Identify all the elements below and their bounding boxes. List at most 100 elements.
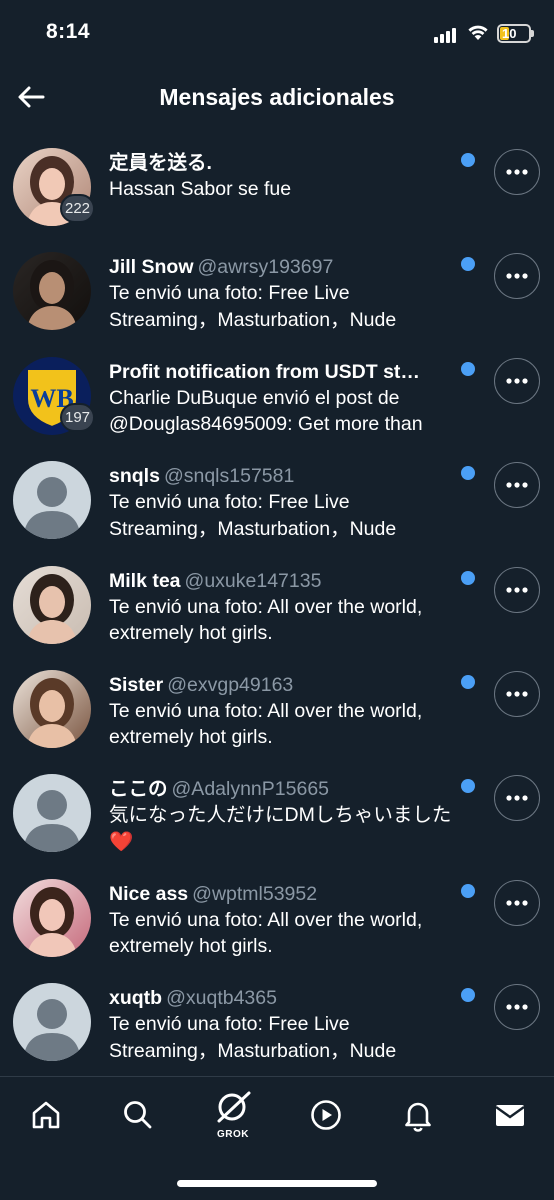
more-icon — [506, 1004, 528, 1010]
mail-icon — [495, 1105, 525, 1126]
avatar[interactable] — [13, 565, 91, 644]
message-content: xuqtb @xuqtb4365 Te envió una foto: Free L… — [109, 985, 461, 1064]
sender-handle: @uxuke147135 — [184, 569, 322, 592]
message-snippet: Te envió una foto: All over the world, e… — [109, 908, 423, 958]
default-avatar[interactable] — [13, 461, 91, 540]
unread-dot — [461, 988, 475, 1003]
tab-search[interactable] — [118, 1095, 158, 1135]
battery-icon: 10 — [497, 24, 531, 43]
message-item[interactable]: Jill Snow @awrsy193697 Te envió una foto: … — [0, 240, 554, 344]
avatar[interactable] — [13, 669, 91, 748]
more-options-button[interactable] — [494, 670, 540, 717]
more-icon — [506, 586, 528, 593]
play-icon — [311, 1100, 341, 1130]
unread-dot — [461, 361, 475, 376]
sender-line: snqls @snqls157581 — [109, 463, 461, 489]
wifi-icon — [468, 25, 488, 40]
unread-dot — [461, 257, 475, 272]
sender-line: Jill Snow @awrsy193697 — [109, 254, 461, 280]
sender-line: ここの @AdalynnP15665 — [109, 776, 461, 802]
more-icon — [506, 795, 528, 801]
more-options-button[interactable] — [494, 879, 540, 926]
sender-line: Profit notification from USDT st… — [109, 359, 461, 385]
message-content: Profit notification from USDT st… Charlie… — [109, 359, 461, 438]
search-icon — [124, 1101, 152, 1129]
page-title: Mensajes adicionales — [159, 84, 395, 110]
message-snippet: Te envió una foto: Free Live Streaming，M… — [109, 282, 397, 331]
more-options-button[interactable] — [494, 775, 540, 822]
more-icon — [506, 273, 528, 279]
sender-line: Nice ass @wptml53952 — [109, 881, 461, 907]
more-options-button[interactable] — [494, 253, 540, 300]
more-options-button[interactable] — [494, 357, 540, 404]
battery-level: 10 — [502, 26, 517, 41]
avatar[interactable] — [13, 878, 91, 957]
message-snippet: Charlie DuBuque envió el post de @Dougla… — [109, 386, 423, 436]
sender-line: 定員を送る. — [109, 150, 461, 176]
avatar-wrapper: WB 197 — [13, 356, 96, 435]
sender-line: Sister @exvgp49163 — [109, 672, 461, 698]
sender-handle: @xuqtb4365 — [166, 987, 277, 1010]
message-item[interactable]: Milk tea @uxuke147135 Te envió una foto: A… — [0, 554, 554, 658]
message-item[interactable]: ここの @AdalynnP15665 気になった人だけにDMしちゃいました ❤️ — [0, 762, 554, 866]
home-indicator — [177, 1180, 377, 1187]
avatar-wrapper — [13, 565, 91, 644]
message-item[interactable]: Nice ass @wptml53952 Te envió una foto: Al… — [0, 867, 554, 971]
tab-messages[interactable] — [490, 1095, 530, 1135]
sender-line: xuqtb @xuqtb4365 — [109, 985, 461, 1011]
sender-name: snqls — [109, 465, 160, 488]
tab-grok[interactable] — [213, 1087, 253, 1127]
battery-cap — [531, 30, 534, 37]
more-icon — [506, 169, 528, 175]
default-avatar[interactable] — [13, 983, 91, 1062]
message-item[interactable]: snqls @snqls157581 Te envió una foto: Free… — [0, 449, 554, 553]
message-snippet: 気になった人だけにDMしちゃいました ❤️ — [109, 804, 452, 853]
more-options-button[interactable] — [494, 984, 540, 1031]
sender-name: xuqtb — [109, 987, 163, 1010]
message-item[interactable]: xuqtb @xuqtb4365 Te envió una foto: Free L… — [0, 971, 554, 1075]
unread-dot — [461, 153, 475, 167]
default-avatar[interactable] — [13, 774, 91, 853]
sender-name: Jill Snow — [109, 256, 194, 279]
tab-home[interactable] — [26, 1095, 66, 1135]
unread-dot — [461, 674, 475, 689]
avatar[interactable] — [13, 252, 91, 331]
avatar-wrapper — [13, 878, 91, 957]
cellular-signal-icon — [434, 27, 456, 43]
message-content: Sister @exvgp49163 Te envió una foto: All … — [109, 672, 461, 751]
message-item[interactable]: Sister @exvgp49163 Te envió una foto: All … — [0, 658, 554, 762]
sender-name: Profit notification from USDT st… — [109, 360, 420, 383]
message-snippet: Te envió una foto: All over the world, e… — [109, 595, 423, 645]
unread-dot — [461, 570, 475, 585]
message-item[interactable]: WB 197 Profit notification from USDT st… Ch… — [0, 345, 554, 449]
avatar-wrapper: 222 — [13, 148, 96, 226]
avatar-wrapper — [13, 461, 91, 540]
more-icon — [506, 900, 528, 906]
sender-name: Sister — [109, 673, 164, 696]
sender-name: ここの — [109, 778, 168, 801]
tab-video[interactable] — [306, 1095, 346, 1135]
unread-dot — [461, 466, 475, 481]
participant-count-badge: 197 — [60, 402, 96, 432]
message-content: ここの @AdalynnP15665 気になった人だけにDMしちゃいました ❤️ — [109, 776, 461, 855]
message-item[interactable]: 222 定員を送る. Hassan Sabor se fue — [0, 136, 554, 240]
message-content: Milk tea @uxuke147135 Te envió una foto: A… — [109, 568, 461, 647]
sender-handle: @wptml53952 — [192, 882, 318, 905]
more-options-button[interactable] — [494, 566, 540, 613]
more-options-button[interactable] — [494, 149, 540, 195]
sender-handle: @awrsy193697 — [197, 256, 334, 279]
sender-name: 定員を送る. — [109, 152, 212, 174]
sender-line: Milk tea @uxuke147135 — [109, 568, 461, 594]
message-snippet: Te envió una foto: Free Live Streaming，M… — [109, 1013, 397, 1062]
avatar-wrapper — [13, 774, 91, 853]
tab-notifications[interactable] — [398, 1095, 438, 1135]
more-options-button[interactable] — [494, 462, 540, 509]
message-content: 定員を送る. Hassan Sabor se fue — [109, 150, 461, 203]
message-content: snqls @snqls157581 Te envió una foto: Free… — [109, 463, 461, 542]
avatar-wrapper — [13, 983, 91, 1062]
message-list: 222 定員を送る. Hassan Sabor se fue Jill Snow @aw… — [0, 136, 554, 1076]
more-icon — [506, 691, 528, 697]
sender-name: Milk tea — [109, 569, 181, 592]
avatar-wrapper — [13, 669, 91, 748]
header: Mensajes adicionales — [0, 70, 554, 128]
